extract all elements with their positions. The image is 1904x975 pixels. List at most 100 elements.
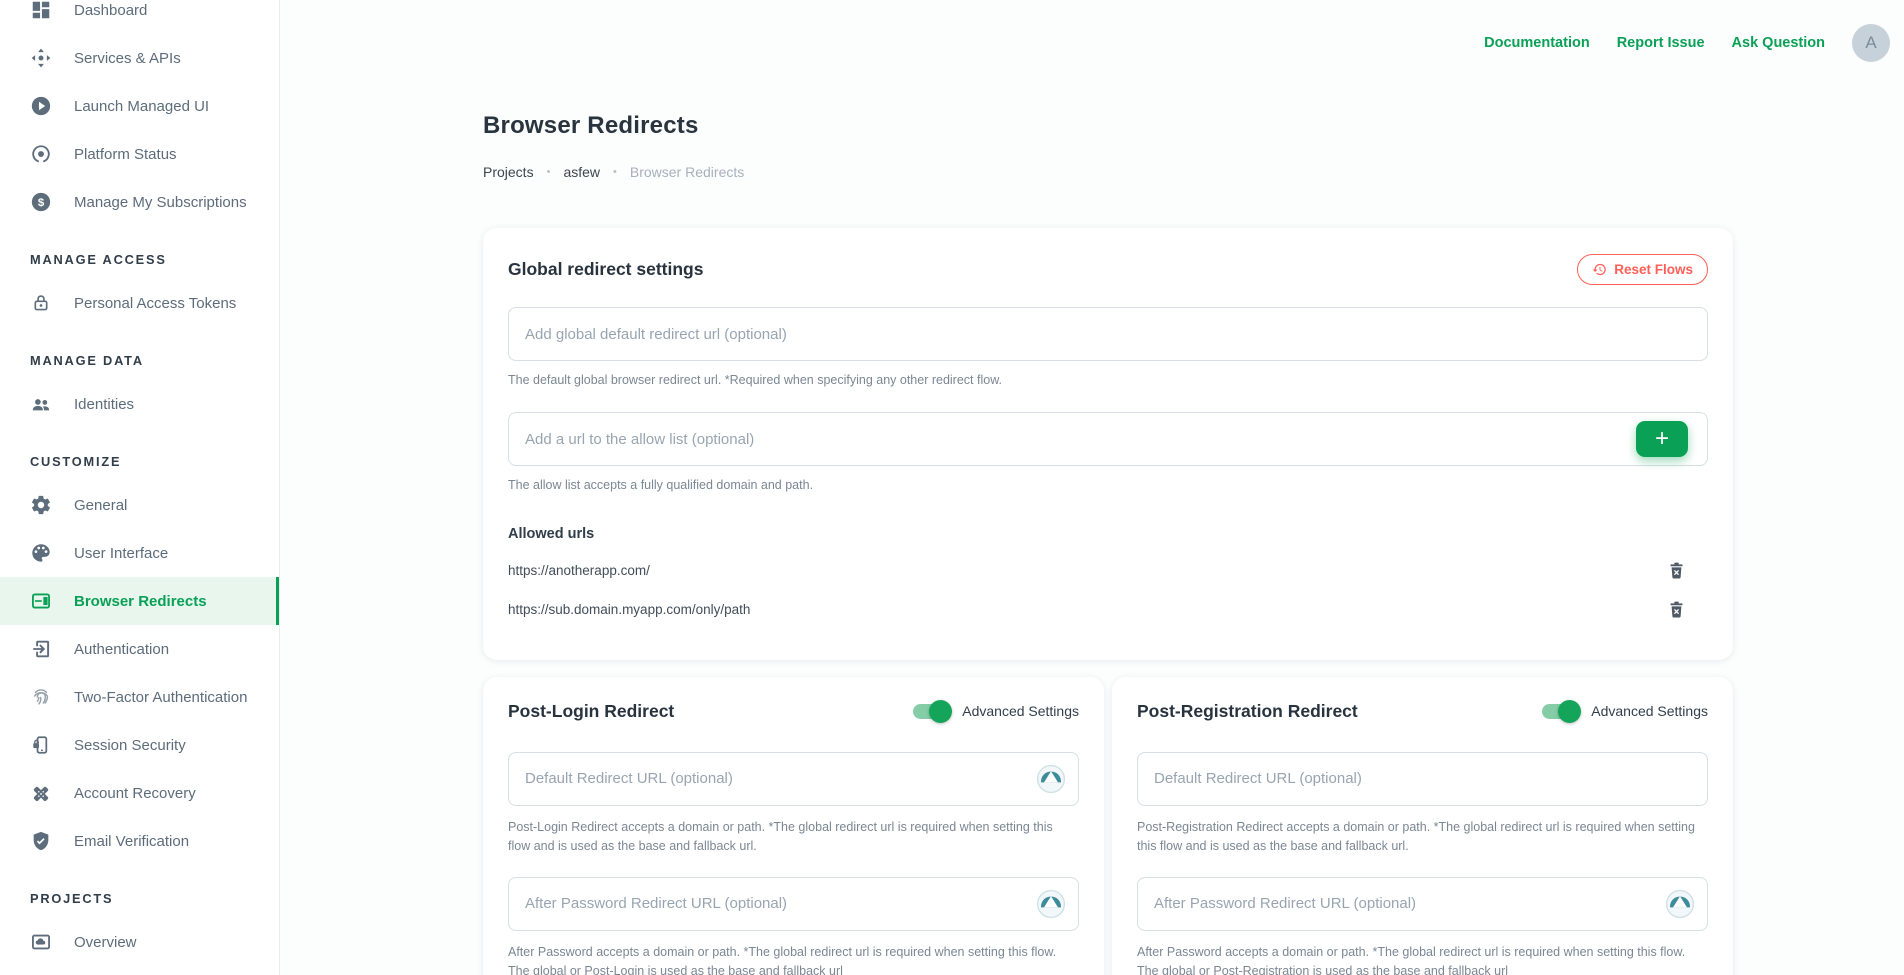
- sidebar-item-label: Overview: [74, 934, 137, 951]
- advanced-settings-label: Advanced Settings: [1591, 703, 1708, 719]
- sidebar-item-platform-status[interactable]: Platform Status: [0, 130, 279, 178]
- breadcrumb-project-name[interactable]: asfew: [563, 164, 600, 180]
- sidebar-item-label: Dashboard: [74, 2, 147, 19]
- sidebar-item-label: Session Security: [74, 737, 186, 754]
- main-area: Documentation Report Issue Ask Question …: [280, 0, 1904, 975]
- add-allow-url-button[interactable]: +: [1636, 421, 1688, 457]
- global-default-redirect-input[interactable]: [508, 307, 1708, 361]
- sidebar-section-customize: CUSTOMIZE: [0, 428, 279, 481]
- toggle-knob: [929, 700, 952, 723]
- advanced-settings-label: Advanced Settings: [962, 703, 1079, 719]
- gear-icon: [30, 494, 52, 516]
- lock-icon: [30, 292, 52, 314]
- play-circle-icon: [30, 95, 52, 117]
- allowed-url-row: https://anotherapp.com/: [508, 560, 1708, 581]
- trash-icon: [1669, 562, 1684, 579]
- report-issue-link[interactable]: Report Issue: [1617, 35, 1705, 51]
- sidebar-item-label: Platform Status: [74, 146, 177, 163]
- sidebar-item-authentication[interactable]: Authentication: [0, 625, 279, 673]
- delete-url-button[interactable]: [1667, 599, 1686, 620]
- top-links: Documentation Report Issue Ask Question …: [1484, 24, 1890, 62]
- allowed-urls-title: Allowed urls: [508, 526, 1708, 542]
- sidebar-item-label: General: [74, 497, 127, 514]
- post-login-after-password-input[interactable]: [508, 877, 1079, 931]
- allowed-url: https://sub.domain.myapp.com/only/path: [508, 602, 750, 617]
- shield-check-icon: [30, 830, 52, 852]
- sidebar-section-manage-access: MANAGE ACCESS: [0, 226, 279, 279]
- sidebar-item-identities[interactable]: Identities: [0, 380, 279, 428]
- avatar[interactable]: A: [1852, 24, 1890, 62]
- breadcrumb: Projects • asfew • Browser Redirects: [483, 164, 1733, 180]
- sidebar-item-email-verification[interactable]: Email Verification: [0, 817, 279, 865]
- sidebar-item-general[interactable]: General: [0, 481, 279, 529]
- sidebar-item-label: Account Recovery: [74, 785, 196, 802]
- sidebar-item-label: Identities: [74, 396, 134, 413]
- post-registration-card-title: Post-Registration Redirect: [1137, 701, 1358, 722]
- breadcrumb-separator: •: [547, 166, 551, 178]
- sidebar-item-label: Email Verification: [74, 833, 189, 850]
- post-registration-after-password-helper: After Password accepts a domain or path.…: [1137, 943, 1702, 975]
- breadcrumb-separator: •: [613, 166, 617, 178]
- post-registration-default-redirect-input[interactable]: [1137, 752, 1708, 806]
- breadcrumb-current: Browser Redirects: [630, 164, 744, 180]
- palette-icon: [30, 542, 52, 564]
- sidebar-item-label: Authentication: [74, 641, 169, 658]
- post-login-advanced-toggle[interactable]: [913, 704, 950, 719]
- sidebar-item-launch-managed-ui[interactable]: Launch Managed UI: [0, 82, 279, 130]
- dashboard-icon: [30, 0, 52, 21]
- sidebar-item-browser-redirects[interactable]: Browser Redirects: [0, 577, 279, 625]
- sidebar-item-dashboard[interactable]: Dashboard: [0, 0, 279, 34]
- history-icon: [1592, 262, 1607, 277]
- sidebar-item-label: Browser Redirects: [74, 593, 207, 610]
- sidebar-item-user-interface[interactable]: User Interface: [0, 529, 279, 577]
- dynamic-value-mountain-icon[interactable]: [1036, 764, 1066, 794]
- page-title: Browser Redirects: [483, 112, 1733, 140]
- dollar-circle-icon: $: [30, 191, 52, 213]
- browser-icon: [30, 590, 52, 612]
- sidebar-item-two-factor-authentication[interactable]: Two-Factor Authentication: [0, 673, 279, 721]
- post-registration-advanced-toggle[interactable]: [1542, 704, 1579, 719]
- fingerprint-icon: [30, 686, 52, 708]
- sidebar-item-services-apis[interactable]: Services & APIs: [0, 34, 279, 82]
- sidebar-section-projects: PROJECTS: [0, 865, 279, 918]
- allowed-url-row: https://sub.domain.myapp.com/only/path: [508, 599, 1708, 620]
- sidebar-item-label: Manage My Subscriptions: [74, 194, 247, 211]
- global-card-title: Global redirect settings: [508, 259, 703, 280]
- post-login-default-redirect-input[interactable]: [508, 752, 1079, 806]
- documentation-link[interactable]: Documentation: [1484, 35, 1590, 51]
- post-registration-default-helper: Post-Registration Redirect accepts a dom…: [1137, 818, 1702, 857]
- sidebar-item-manage-subscriptions[interactable]: $ Manage My Subscriptions: [0, 178, 279, 226]
- dynamic-value-mountain-icon[interactable]: [1036, 889, 1066, 919]
- sidebar-item-overview[interactable]: Overview: [0, 918, 279, 966]
- sidebar-item-label: Launch Managed UI: [74, 98, 209, 115]
- sidebar-item-session-security[interactable]: Session Security: [0, 721, 279, 769]
- phone-lock-icon: [30, 734, 52, 756]
- bandage-icon: [30, 782, 52, 804]
- post-login-card-title: Post-Login Redirect: [508, 701, 674, 722]
- dynamic-value-mountain-icon[interactable]: [1665, 889, 1695, 919]
- post-login-redirect-card: Post-Login Redirect Advanced Settings Po…: [483, 677, 1104, 975]
- sidebar-item-label: Services & APIs: [74, 50, 181, 67]
- sidebar-item-label: Personal Access Tokens: [74, 295, 236, 312]
- page-content: Browser Redirects Projects • asfew • Bro…: [483, 0, 1733, 975]
- sidebar-item-label: Two-Factor Authentication: [74, 689, 247, 706]
- sidebar-item-personal-access-tokens[interactable]: Personal Access Tokens: [0, 279, 279, 327]
- app-root: Dashboard Services & APIs Launch Managed…: [0, 0, 1904, 975]
- post-registration-redirect-card: Post-Registration Redirect Advanced Sett…: [1112, 677, 1733, 975]
- cloud-display-icon: [30, 931, 52, 953]
- sidebar-section-manage-data: MANAGE DATA: [0, 327, 279, 380]
- people-icon: [30, 393, 52, 415]
- global-default-redirect-helper: The default global browser redirect url.…: [508, 371, 1708, 390]
- sidebar-item-account-recovery[interactable]: Account Recovery: [0, 769, 279, 817]
- breadcrumb-projects[interactable]: Projects: [483, 164, 534, 180]
- trash-icon: [1669, 601, 1684, 618]
- reset-flows-button[interactable]: Reset Flows: [1577, 254, 1708, 285]
- status-ring-icon: [30, 143, 52, 165]
- allow-list-url-input[interactable]: [508, 412, 1708, 466]
- ask-question-link[interactable]: Ask Question: [1732, 35, 1825, 51]
- post-registration-after-password-input[interactable]: [1137, 877, 1708, 931]
- delete-url-button[interactable]: [1667, 560, 1686, 581]
- allow-list-helper: The allow list accepts a fully qualified…: [508, 476, 1708, 495]
- sidebar-item-label: User Interface: [74, 545, 168, 562]
- sidebar: Dashboard Services & APIs Launch Managed…: [0, 0, 280, 975]
